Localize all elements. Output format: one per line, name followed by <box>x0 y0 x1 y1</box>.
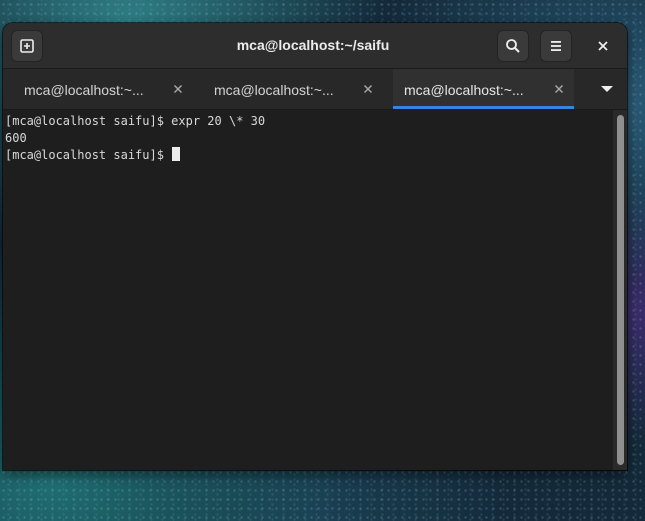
chevron-down-icon <box>601 86 613 92</box>
tab-label: mca@localhost:~... <box>214 82 334 98</box>
tab-2[interactable]: mca@localhost:~... <box>203 69 383 109</box>
terminal-line: [mca@localhost saifu]$ expr 20 \* 30 <box>5 114 266 128</box>
tab-close-button[interactable] <box>552 82 566 96</box>
terminal-output[interactable]: [mca@localhost saifu]$ expr 20 \* 30 600… <box>3 110 613 470</box>
close-icon <box>555 85 563 93</box>
tab-bar: mca@localhost:~... mca@localhost:~... mc… <box>3 69 627 110</box>
hamburger-menu-icon <box>551 41 561 51</box>
close-window-button[interactable] <box>587 30 619 62</box>
tab-close-button[interactable] <box>361 82 375 96</box>
close-icon <box>598 41 608 51</box>
new-tab-button[interactable] <box>11 30 43 62</box>
menu-button[interactable] <box>540 30 572 62</box>
tab-close-button[interactable] <box>171 82 185 96</box>
tab-1[interactable]: mca@localhost:~... <box>13 69 193 109</box>
tab-label: mca@localhost:~... <box>404 82 524 98</box>
close-icon <box>174 85 182 93</box>
close-icon <box>364 85 372 93</box>
search-button[interactable] <box>497 30 529 62</box>
scrollbar-thumb[interactable] <box>617 115 624 465</box>
tab-3-active[interactable]: mca@localhost:~... <box>393 69 574 109</box>
terminal-line: 600 <box>5 131 27 145</box>
active-tab-indicator <box>393 106 574 109</box>
new-tab-icon <box>20 39 34 53</box>
tab-label: mca@localhost:~... <box>24 82 144 98</box>
text-cursor <box>171 147 180 161</box>
terminal-prompt-line: [mca@localhost saifu]$ <box>5 147 180 164</box>
prompt-text: [mca@localhost saifu]$ <box>5 148 164 162</box>
scrollbar[interactable] <box>613 110 627 470</box>
header-bar: mca@localhost:~/saifu <box>3 23 627 69</box>
tab-list-dropdown-button[interactable] <box>593 69 621 109</box>
window-title: mca@localhost:~/saifu <box>236 37 390 53</box>
search-icon <box>506 39 520 53</box>
terminal-window: mca@localhost:~/saifu mca@localhost:~... <box>3 23 627 470</box>
